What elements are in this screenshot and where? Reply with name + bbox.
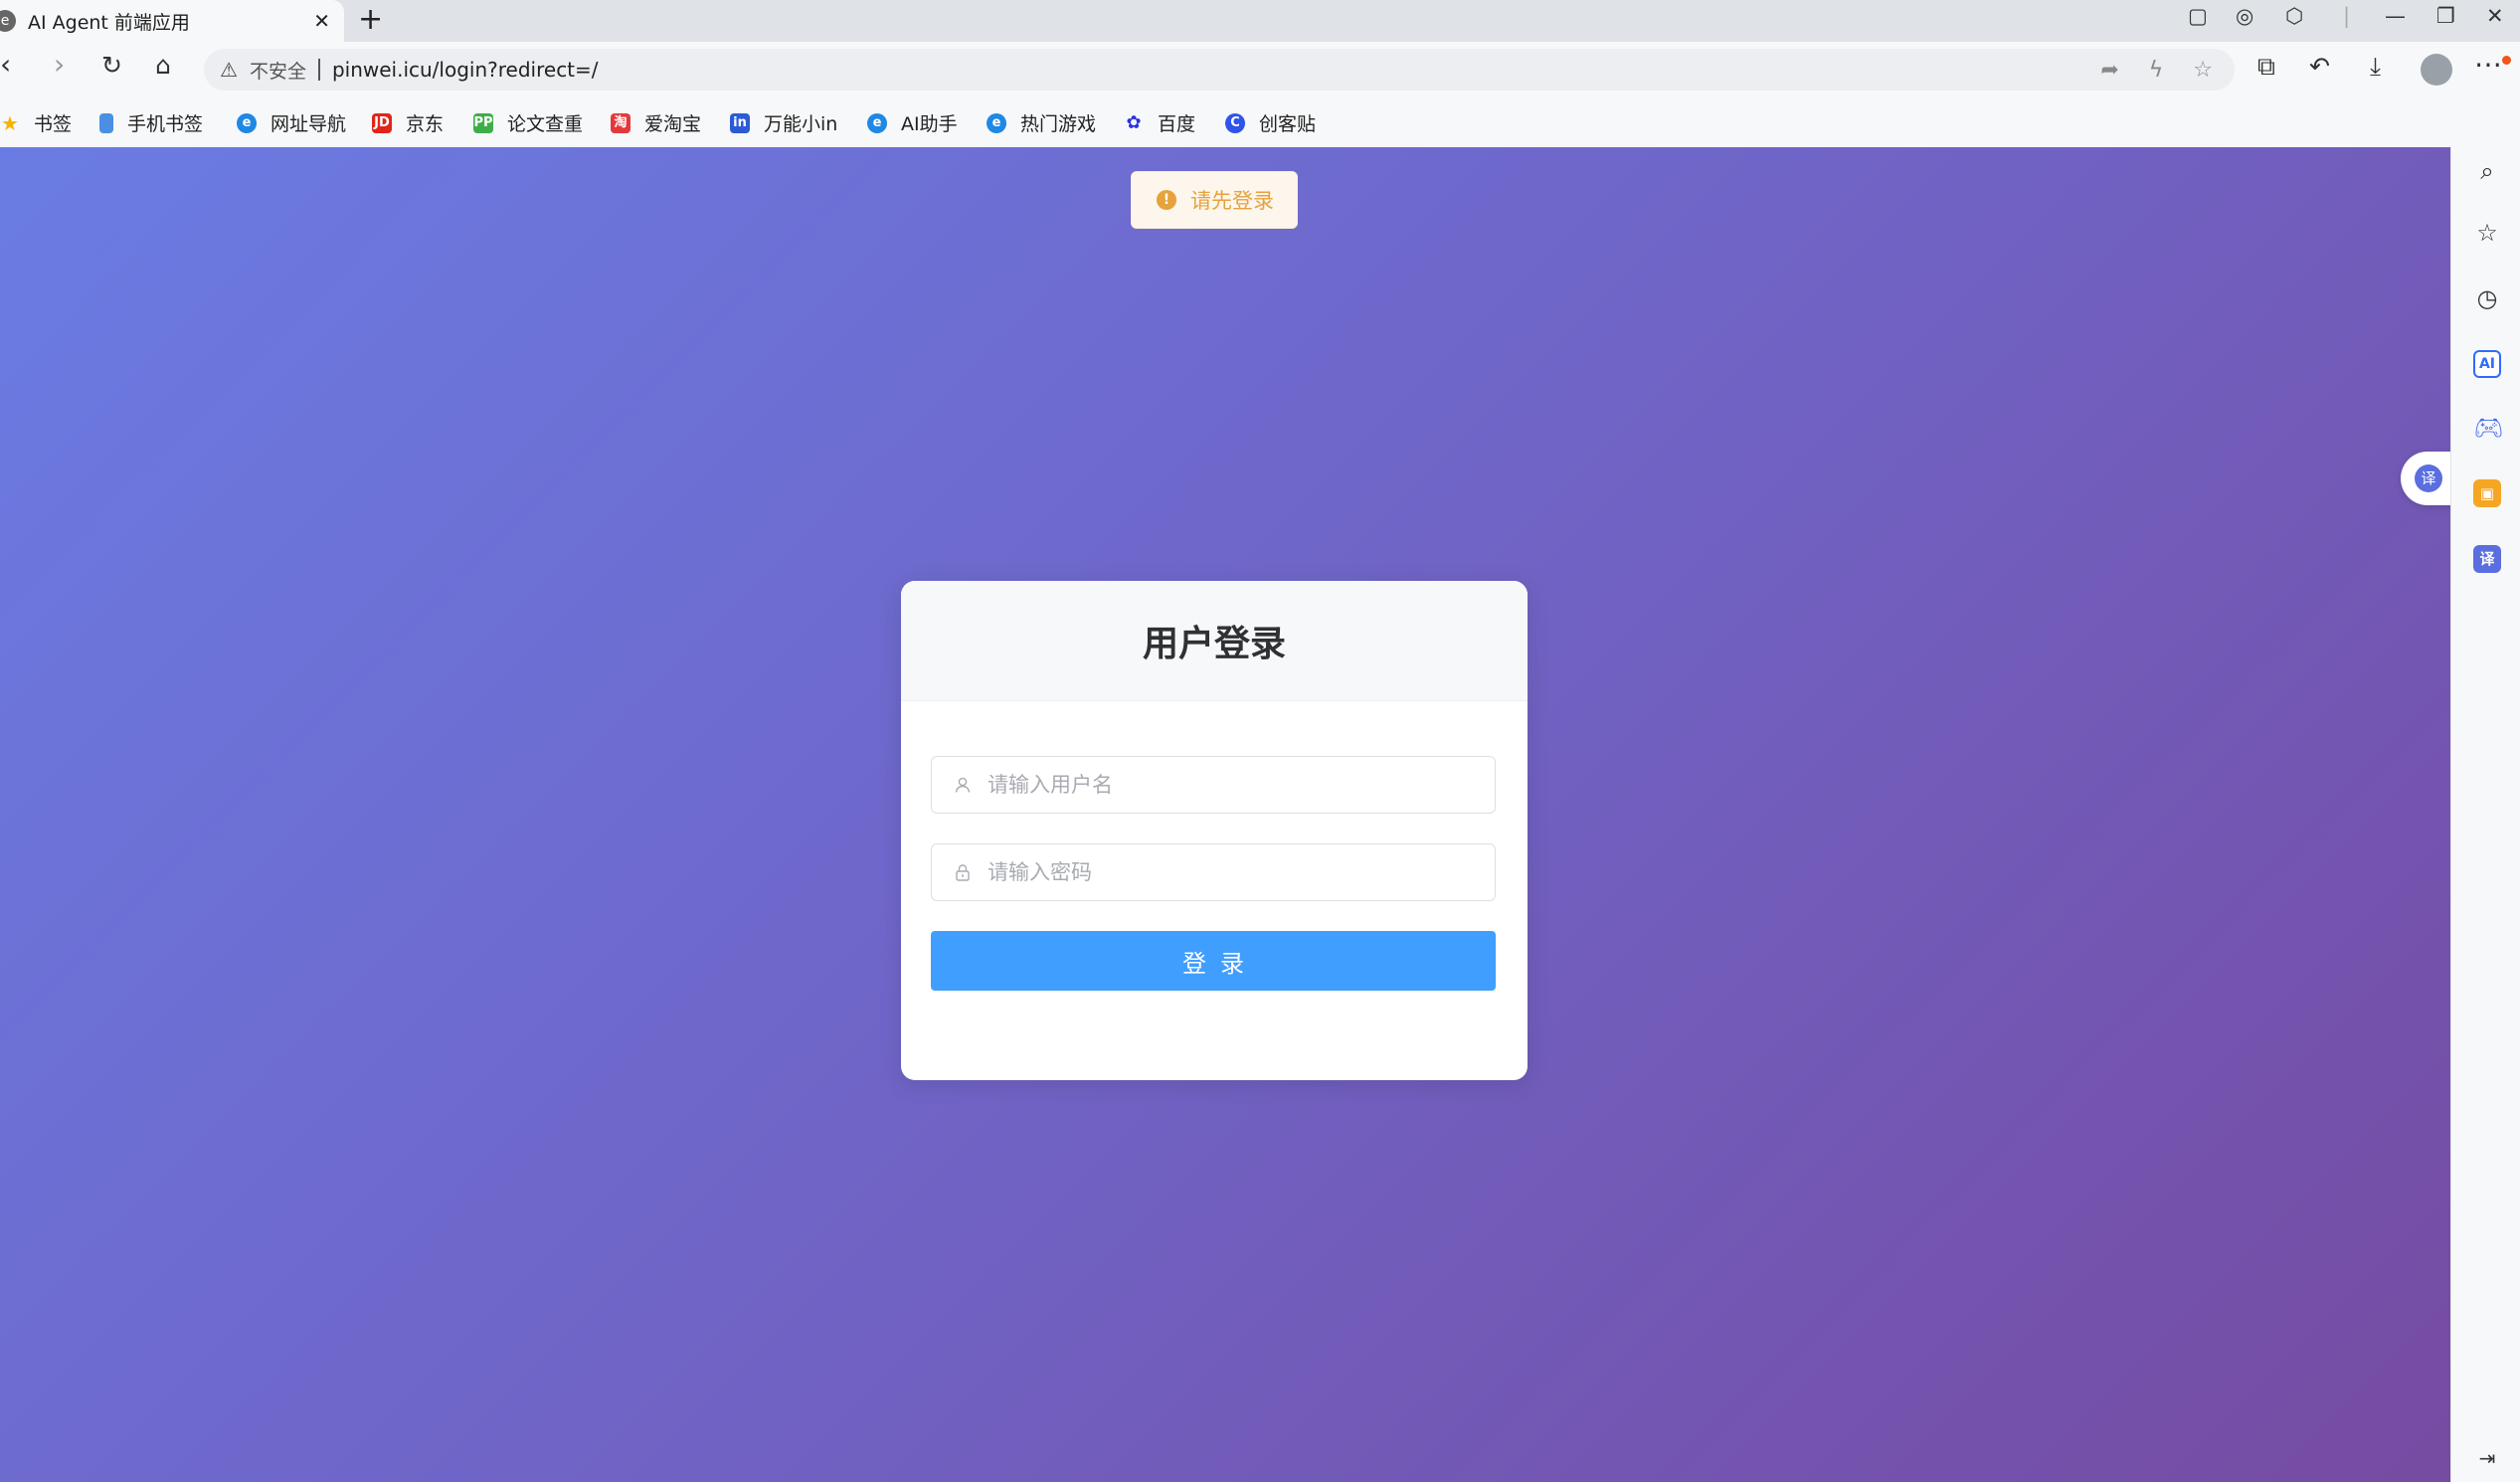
bookmark-item[interactable]: PP 论文查重 bbox=[473, 109, 583, 136]
url-text[interactable]: pinwei.icu/login?redirect=/ bbox=[332, 58, 599, 82]
site-favicon-icon: e bbox=[0, 10, 16, 32]
phone-bookmark-icon bbox=[99, 112, 113, 133]
tab-strip: e AI Agent 前端应用 ✕ + ▢ ◎ ⬡ | — ❐ ✕ bbox=[0, 0, 2520, 42]
favorite-star-icon[interactable]: ☆ bbox=[2193, 58, 2213, 83]
notification-dot bbox=[2502, 56, 2511, 65]
download-icon[interactable]: ⤓ bbox=[2370, 52, 2381, 82]
new-tab-button[interactable]: + bbox=[358, 2, 383, 37]
home-icon[interactable]: ⌂ bbox=[155, 51, 171, 80]
lightning-icon[interactable]: ϟ bbox=[2149, 58, 2164, 83]
address-bar[interactable]: ⚠ 不安全 pinwei.icu/login?redirect=/ ➦ ϟ ☆ bbox=[204, 49, 2235, 91]
bookmark-label: 论文查重 bbox=[507, 113, 584, 135]
browser-toolbar: ‹ › ↻ ⌂ ⚠ 不安全 pinwei.icu/login?redirect=… bbox=[0, 42, 2520, 97]
tab-list-icon[interactable]: ▢ bbox=[2188, 4, 2208, 28]
tab-close-icon[interactable]: ✕ bbox=[313, 9, 330, 33]
address-actions: ➦ ϟ ☆ bbox=[2100, 58, 2213, 83]
browser-side-panel: ⌕ ☆ ◷ AI 🎮︎ ▣ 译 ⇥ bbox=[2450, 147, 2520, 1482]
translate-icon: 译 bbox=[2415, 464, 2442, 492]
address-separator bbox=[317, 59, 320, 81]
floating-translate-button[interactable]: 译 bbox=[2401, 452, 2456, 505]
history-clock-icon[interactable]: ◷ bbox=[2473, 284, 2501, 312]
taobao-icon: 淘 bbox=[611, 112, 630, 133]
tab-title: AI Agent 前端应用 bbox=[28, 11, 190, 34]
user-icon bbox=[955, 777, 971, 793]
security-status[interactable]: 不安全 bbox=[250, 57, 306, 84]
warning-circle-icon: ! bbox=[1157, 190, 1176, 210]
toast-message: 请先登录 bbox=[1190, 189, 1274, 213]
warning-toast: ! 请先登录 bbox=[1131, 171, 1298, 229]
window-divider: | bbox=[2343, 4, 2351, 28]
game-controller-icon[interactable]: 🎮︎ bbox=[2473, 414, 2503, 442]
restore-icon[interactable]: ❐ bbox=[2436, 4, 2455, 28]
lock-icon bbox=[956, 864, 970, 881]
password-field[interactable] bbox=[931, 843, 1496, 901]
bookmark-label: 爱淘宝 bbox=[644, 113, 702, 135]
warning-icon[interactable]: ⚠ bbox=[220, 58, 238, 82]
bookmark-label: 京东 bbox=[406, 113, 445, 135]
star-icon: ★ bbox=[1, 110, 19, 135]
bookmark-label: 百度 bbox=[1158, 113, 1196, 135]
bookmark-label: AI助手 bbox=[901, 113, 958, 135]
bookmark-item[interactable]: e 网址导航 bbox=[237, 109, 346, 136]
browser-logo-icon: e bbox=[867, 112, 887, 133]
jd-icon: JD bbox=[372, 112, 392, 133]
login-card: 用户登录 登录 bbox=[901, 581, 1528, 1080]
extensions-icon[interactable]: ⬡ bbox=[2285, 4, 2303, 28]
bookmark-item[interactable]: ✿ 百度 bbox=[1124, 109, 1195, 136]
toolbox-icon[interactable]: ▣ bbox=[2473, 479, 2501, 507]
pp-icon: PP bbox=[473, 112, 493, 133]
bookmark-item[interactable]: in 万能小in bbox=[730, 109, 837, 136]
undo-close-icon[interactable]: ↶ bbox=[2309, 52, 2330, 81]
bookmark-item[interactable]: 手机书签 bbox=[99, 109, 203, 136]
minimize-icon[interactable]: — bbox=[2385, 4, 2406, 28]
bookmark-label: 热门游戏 bbox=[1020, 113, 1097, 135]
more-menu-icon[interactable]: ⋯ bbox=[2474, 48, 2502, 81]
bookmark-item[interactable]: 淘 爱淘宝 bbox=[611, 109, 701, 136]
bookmark-label: 网址导航 bbox=[270, 113, 347, 135]
incognito-icon[interactable]: ◎ bbox=[2236, 4, 2253, 28]
reload-icon[interactable]: ↻ bbox=[101, 51, 122, 80]
window-close-icon[interactable]: ✕ bbox=[2486, 4, 2504, 28]
browser-tab-active[interactable]: e AI Agent 前端应用 ✕ bbox=[0, 0, 344, 42]
bookmark-item[interactable]: JD 京东 bbox=[372, 109, 444, 136]
login-card-header: 用户登录 bbox=[901, 581, 1528, 701]
browser-logo-icon: e bbox=[987, 112, 1006, 133]
share-icon[interactable]: ➦ bbox=[2100, 58, 2118, 83]
bookmark-label: 手机书签 bbox=[127, 113, 204, 135]
profile-avatar[interactable] bbox=[2421, 54, 2452, 86]
bookmark-item[interactable]: ★ 书签 bbox=[0, 109, 72, 136]
password-input[interactable] bbox=[986, 859, 1495, 885]
username-field[interactable] bbox=[931, 756, 1496, 814]
login-title: 用户登录 bbox=[1142, 624, 1286, 664]
bookmark-label: 书签 bbox=[34, 113, 73, 135]
ai-assistant-icon[interactable]: AI bbox=[2473, 350, 2501, 378]
collapse-panel-icon[interactable]: ⇥ bbox=[2473, 1444, 2501, 1472]
forward-icon[interactable]: › bbox=[54, 48, 65, 81]
bookmark-item[interactable]: e AI助手 bbox=[867, 109, 958, 136]
favorites-star-icon[interactable]: ☆ bbox=[2473, 219, 2501, 247]
extensions-puzzle-icon[interactable]: ⧉ bbox=[2257, 52, 2275, 82]
baidu-paw-icon: ✿ bbox=[1126, 111, 1142, 133]
xiaoin-icon: in bbox=[730, 112, 750, 133]
translate-sidebar-icon[interactable]: 译 bbox=[2473, 545, 2501, 573]
back-icon[interactable]: ‹ bbox=[0, 48, 11, 81]
browser-logo-icon: e bbox=[237, 112, 257, 133]
login-button[interactable]: 登录 bbox=[931, 931, 1496, 991]
bookmark-label: 创客贴 bbox=[1259, 113, 1317, 135]
username-input[interactable] bbox=[986, 772, 1495, 798]
search-icon[interactable]: ⌕ bbox=[2473, 157, 2501, 185]
chuangkit-icon: C bbox=[1225, 112, 1245, 133]
bookmark-item[interactable]: e 热门游戏 bbox=[987, 109, 1096, 136]
bookmark-label: 万能小in bbox=[764, 113, 838, 135]
bookmarks-bar: ★ 书签 手机书签 e 网址导航 JD 京东 PP 论文查重 淘 爱淘宝 in … bbox=[0, 97, 2520, 148]
login-page-background: ! 请先登录 用户登录 登录 bbox=[0, 147, 2450, 1482]
bookmark-item[interactable]: C 创客贴 bbox=[1225, 109, 1316, 136]
